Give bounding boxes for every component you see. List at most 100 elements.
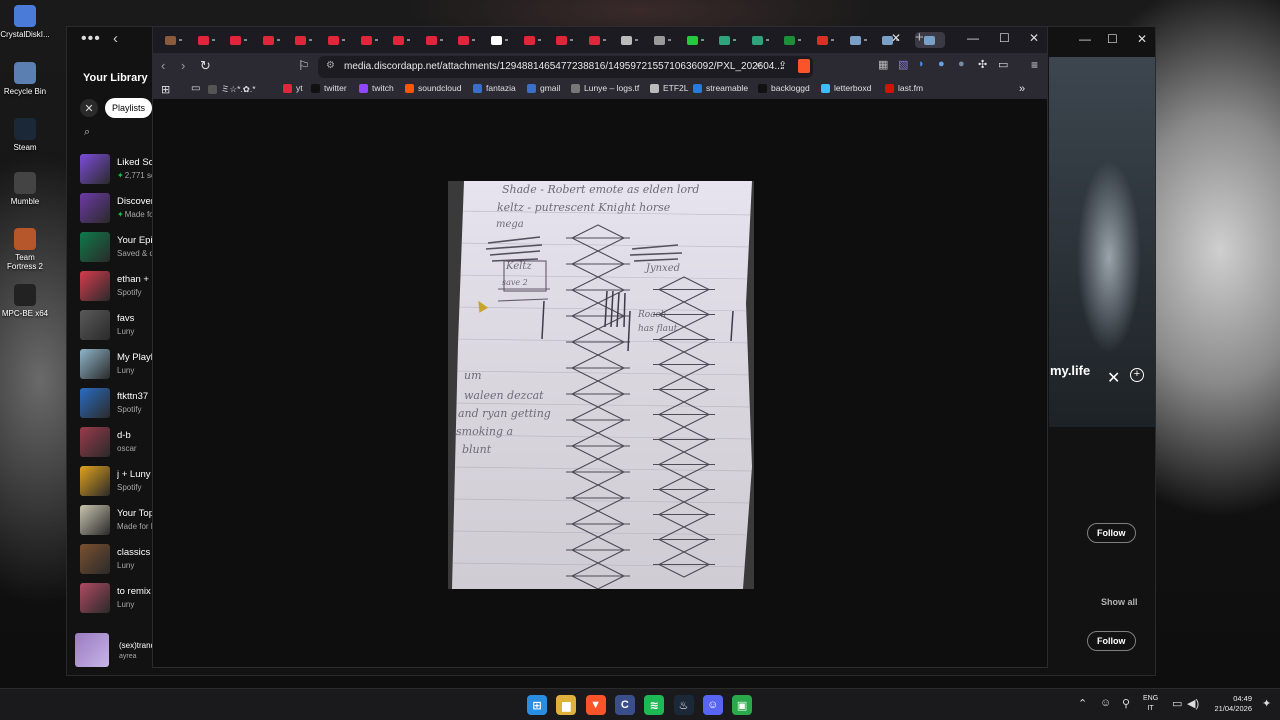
bookmark-folder-icon[interactable]: ▭ bbox=[191, 83, 200, 94]
brave-shields-icon[interactable] bbox=[798, 59, 810, 73]
desktop-icon[interactable]: Steam bbox=[0, 118, 50, 152]
browser-tab[interactable] bbox=[817, 32, 843, 48]
bookmark-item[interactable]: Lunye – logs.tf bbox=[571, 83, 639, 93]
bookmark-icon[interactable]: ⚐ bbox=[298, 58, 310, 74]
bookmark-item[interactable]: fantazia bbox=[473, 83, 516, 93]
browser-tab[interactable] bbox=[849, 32, 876, 48]
library-list-item[interactable]: ftkttn37 Spotify bbox=[79, 385, 159, 424]
browser-tab[interactable] bbox=[719, 32, 745, 48]
now-playing-cover[interactable] bbox=[75, 633, 109, 667]
language-indicator[interactable]: ENG IT bbox=[1143, 694, 1158, 714]
new-tab-icon[interactable]: + bbox=[915, 29, 924, 46]
close-panel-icon[interactable]: ✕ bbox=[1107, 368, 1120, 388]
discord-tray-icon[interactable]: ☺ bbox=[1100, 697, 1111, 709]
show-all-link[interactable]: Show all bbox=[1101, 597, 1138, 607]
browser-tab[interactable] bbox=[197, 32, 224, 48]
browser-maximize-icon[interactable]: ☐ bbox=[999, 31, 1010, 45]
spotify-close-icon[interactable]: ✕ bbox=[1137, 32, 1147, 46]
desktop-icon[interactable]: CrystalDiskI... bbox=[0, 5, 50, 39]
browser-window[interactable]: ✕ + — ☐ ✕ ‹ › ↻ ⚐ ⚙ media.discordapp.net… bbox=[152, 26, 1048, 668]
spotify-maximize-icon[interactable]: ☐ bbox=[1107, 32, 1118, 46]
bookmark-item[interactable]: yt bbox=[283, 83, 303, 93]
spotify-icon[interactable]: ≋ bbox=[644, 695, 665, 715]
address-bar[interactable]: ⚙ media.discordapp.net/attachments/12948… bbox=[318, 56, 813, 78]
browser-tab[interactable] bbox=[784, 32, 810, 48]
browser-tab[interactable] bbox=[393, 32, 419, 48]
library-list-item[interactable]: j + Luny Spotify bbox=[79, 463, 159, 502]
bookmark-item[interactable]: twitch bbox=[359, 83, 394, 93]
notifications-icon[interactable]: ✦ bbox=[1262, 697, 1271, 710]
browser-minimize-icon[interactable]: — bbox=[967, 31, 979, 45]
microphone-icon[interactable]: ⚲ bbox=[1122, 697, 1130, 710]
browser-tab[interactable] bbox=[230, 32, 256, 48]
spotify-back-icon[interactable]: ‹ bbox=[113, 30, 118, 47]
volume-icon[interactable]: ◀) bbox=[1187, 697, 1199, 710]
desktop-icon[interactable]: Recycle Bin bbox=[0, 62, 50, 96]
browser-tab[interactable] bbox=[686, 32, 713, 48]
bookmark-item[interactable]: letterboxd bbox=[821, 83, 871, 93]
spotify-menu-icon[interactable]: ••• bbox=[81, 30, 101, 48]
file-explorer-icon[interactable]: ▆ bbox=[556, 695, 577, 715]
browser-tab[interactable] bbox=[621, 32, 647, 48]
browser-tab[interactable] bbox=[654, 32, 680, 48]
spotify-minimize-icon[interactable]: — bbox=[1079, 32, 1091, 46]
ccleaner-icon[interactable]: C bbox=[614, 695, 635, 715]
url-text[interactable]: media.discordapp.net/attachments/1294881… bbox=[344, 61, 783, 72]
steam-icon[interactable]: ♨ bbox=[673, 695, 694, 715]
browser-tab[interactable] bbox=[491, 32, 517, 48]
zoom-icon[interactable]: ⌕ bbox=[756, 59, 762, 72]
browser-tab[interactable] bbox=[425, 32, 452, 48]
apps-grid-icon[interactable]: ⊞ bbox=[161, 83, 170, 96]
menu-icon[interactable]: ≡ bbox=[1031, 58, 1038, 72]
bookmark-item[interactable]: gmail bbox=[527, 83, 560, 93]
wallet-icon[interactable]: ▭ bbox=[998, 58, 1008, 71]
android-icon[interactable]: ▣ bbox=[732, 695, 753, 715]
extension-icon[interactable]: ● bbox=[958, 58, 965, 70]
bookmark-item[interactable]: soundcloud bbox=[405, 83, 461, 93]
library-list-item[interactable]: d-b oscar bbox=[79, 424, 159, 463]
desktop-icon[interactable]: MPC-BE x64 bbox=[0, 284, 50, 318]
bookmark-item[interactable]: streamable bbox=[693, 83, 748, 93]
brave-icon[interactable]: ▼ bbox=[585, 695, 606, 715]
bookmark-item[interactable]: backloggd bbox=[758, 83, 810, 93]
library-list-item[interactable]: Liked Songs ✦2,771 songs bbox=[79, 151, 159, 190]
forward-icon[interactable]: › bbox=[181, 58, 185, 73]
follow-button[interactable]: Follow bbox=[1087, 631, 1136, 651]
browser-tab[interactable] bbox=[751, 32, 778, 48]
library-list-item[interactable]: favs Luny bbox=[79, 307, 159, 346]
more-bookmarks-icon[interactable]: » bbox=[1019, 83, 1025, 95]
browser-tab[interactable] bbox=[262, 32, 289, 48]
extension-icon[interactable]: ▦ bbox=[878, 58, 888, 71]
browser-tab[interactable] bbox=[556, 32, 582, 48]
library-list-item[interactable]: My Playlist Luny bbox=[79, 346, 159, 385]
show-hidden-icons-icon[interactable]: ⌃ bbox=[1078, 697, 1087, 710]
site-info-icon[interactable]: ⚙ bbox=[326, 60, 335, 71]
library-list-item[interactable]: Your Episodes Saved & downloaded bbox=[79, 229, 159, 268]
browser-tab[interactable] bbox=[523, 32, 550, 48]
bookmark-item[interactable]: ETF2L bbox=[650, 83, 689, 93]
notebook-photo[interactable]: Shade - Robert emote as elden lord keltz… bbox=[448, 181, 754, 589]
reload-icon[interactable]: ↻ bbox=[200, 58, 211, 74]
extension-icon[interactable]: ● bbox=[938, 58, 945, 70]
follow-button[interactable]: Follow bbox=[1087, 523, 1136, 543]
library-list-item[interactable]: ethan + luny Spotify bbox=[79, 268, 159, 307]
library-list-item[interactable]: classics Luny bbox=[79, 541, 159, 580]
windows-start-icon[interactable]: ⊞ bbox=[527, 695, 547, 715]
desktop-icon[interactable]: Mumble bbox=[0, 172, 50, 206]
close-tab-icon[interactable]: ✕ bbox=[891, 31, 901, 45]
discord-icon[interactable]: ☺ bbox=[702, 695, 723, 715]
now-playing-artist[interactable]: ayrea bbox=[119, 653, 137, 660]
now-playing-title[interactable]: (sex)tranq bbox=[119, 641, 153, 650]
back-icon[interactable]: ‹ bbox=[161, 58, 165, 73]
bookmark-item[interactable]: twitter bbox=[311, 83, 347, 93]
artist-name[interactable]: my.life bbox=[1050, 363, 1090, 378]
library-title[interactable]: Your Library bbox=[83, 72, 148, 84]
desktop-icon[interactable]: Team Fortress 2 bbox=[0, 228, 50, 271]
library-list-item[interactable]: Your Top Songs Made for Luny bbox=[79, 502, 159, 541]
browser-tab[interactable] bbox=[588, 32, 615, 48]
playlists-filter-chip[interactable]: Playlists bbox=[105, 98, 153, 118]
extension-icon[interactable]: ▧ bbox=[898, 58, 908, 71]
browser-tab[interactable] bbox=[328, 32, 354, 48]
library-list-item[interactable]: Discover Weekly ✦Made for Luny bbox=[79, 190, 159, 229]
clock[interactable]: 04:49 21/04/2026 bbox=[1206, 694, 1252, 714]
